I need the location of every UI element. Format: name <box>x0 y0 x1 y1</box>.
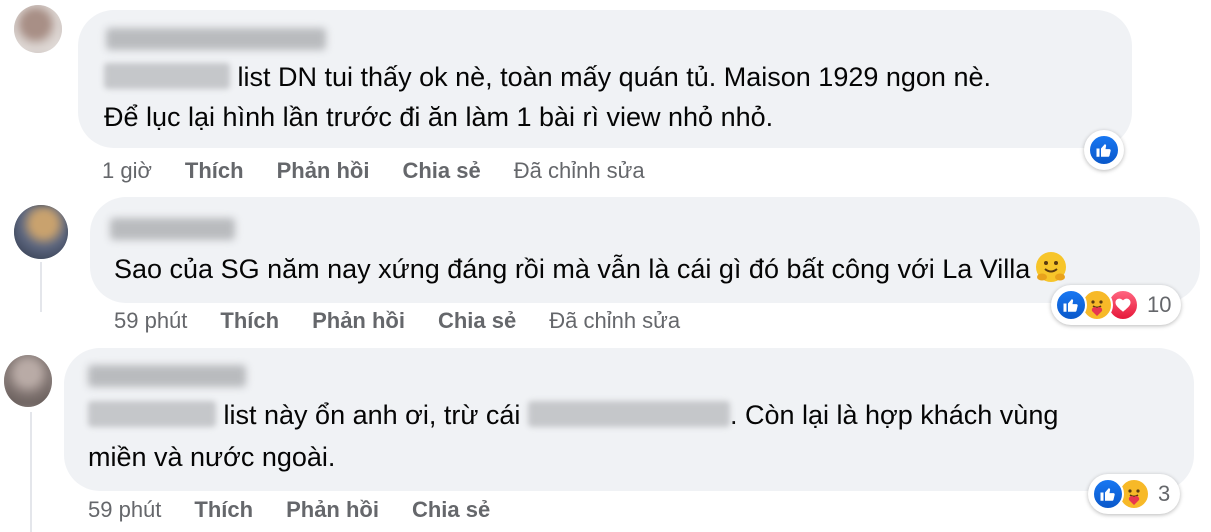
avatar[interactable] <box>14 5 62 53</box>
comment-text-line: Sao của SG năm nay xứng đáng rồi mà vẫn … <box>114 252 1067 286</box>
thread-line <box>40 262 42 312</box>
comment-actions: 59 phút Thích Phản hồi Chia sẻ <box>88 497 523 523</box>
comment-time[interactable]: 59 phút <box>88 497 161 523</box>
comment-actions: 59 phút Thích Phản hồi Chia sẻ Đã chỉnh … <box>114 308 680 334</box>
like-icon <box>1088 134 1120 166</box>
comment-bubble <box>90 197 1200 303</box>
comment-text: . Còn lại là hợp khách vùng <box>729 400 1059 430</box>
comment-time[interactable]: 59 phút <box>114 308 187 334</box>
avatar[interactable] <box>4 355 52 407</box>
like-icon <box>1092 478 1124 510</box>
comment-actions: 1 giờ Thích Phản hồi Chia sẻ Đã chỉnh sử… <box>102 158 645 184</box>
mention-redacted[interactable] <box>88 401 216 427</box>
edited-label[interactable]: Đã chỉnh sửa <box>514 158 645 184</box>
like-button[interactable]: Thích <box>185 158 244 184</box>
like-button[interactable]: Thích <box>194 497 253 523</box>
comment-text-line: list này ổn anh ơi, trừ cái . Còn lại là… <box>88 398 1058 432</box>
thread-line <box>30 412 32 532</box>
reply-button[interactable]: Phản hồi <box>277 158 370 184</box>
avatar[interactable] <box>14 205 68 259</box>
reply-button[interactable]: Phản hồi <box>286 497 379 523</box>
comment-text-line: list DN tui thấy ok nè, toàn mấy quán tủ… <box>104 60 991 94</box>
comment-text: Sao của SG năm nay xứng đáng rồi mà vẫn … <box>114 254 1031 284</box>
share-button[interactable]: Chia sẻ <box>438 308 516 334</box>
comment-time[interactable]: 1 giờ <box>102 158 152 184</box>
comment-text: list này ổn anh ơi, trừ cái <box>223 400 521 430</box>
share-button[interactable]: Chia sẻ <box>412 497 490 523</box>
comment-text: list DN tui thấy ok nè, toàn mấy quán tủ… <box>237 62 991 92</box>
edited-label[interactable]: Đã chỉnh sửa <box>549 308 680 334</box>
reaction-summary[interactable]: 10 <box>1051 285 1182 325</box>
author-name[interactable] <box>110 218 235 240</box>
comment-text-line: Để lục lại hình lần trước đi ăn làm 1 bà… <box>104 102 774 132</box>
reaction-summary[interactable] <box>1084 130 1124 170</box>
reaction-count: 3 <box>1158 481 1171 506</box>
reply-button[interactable]: Phản hồi <box>312 308 405 334</box>
like-icon <box>1055 289 1087 321</box>
author-name[interactable] <box>88 365 246 387</box>
hugging-face-emoji <box>1036 252 1067 282</box>
reaction-count: 10 <box>1147 292 1172 317</box>
reaction-summary[interactable]: 3 <box>1088 474 1181 514</box>
author-name[interactable] <box>106 28 326 50</box>
mention-redacted[interactable] <box>104 63 230 89</box>
comment-text-line: miền và nước ngoài. <box>88 442 336 472</box>
like-button[interactable]: Thích <box>220 308 279 334</box>
share-button[interactable]: Chia sẻ <box>402 158 480 184</box>
venue-name-redacted <box>527 401 730 427</box>
